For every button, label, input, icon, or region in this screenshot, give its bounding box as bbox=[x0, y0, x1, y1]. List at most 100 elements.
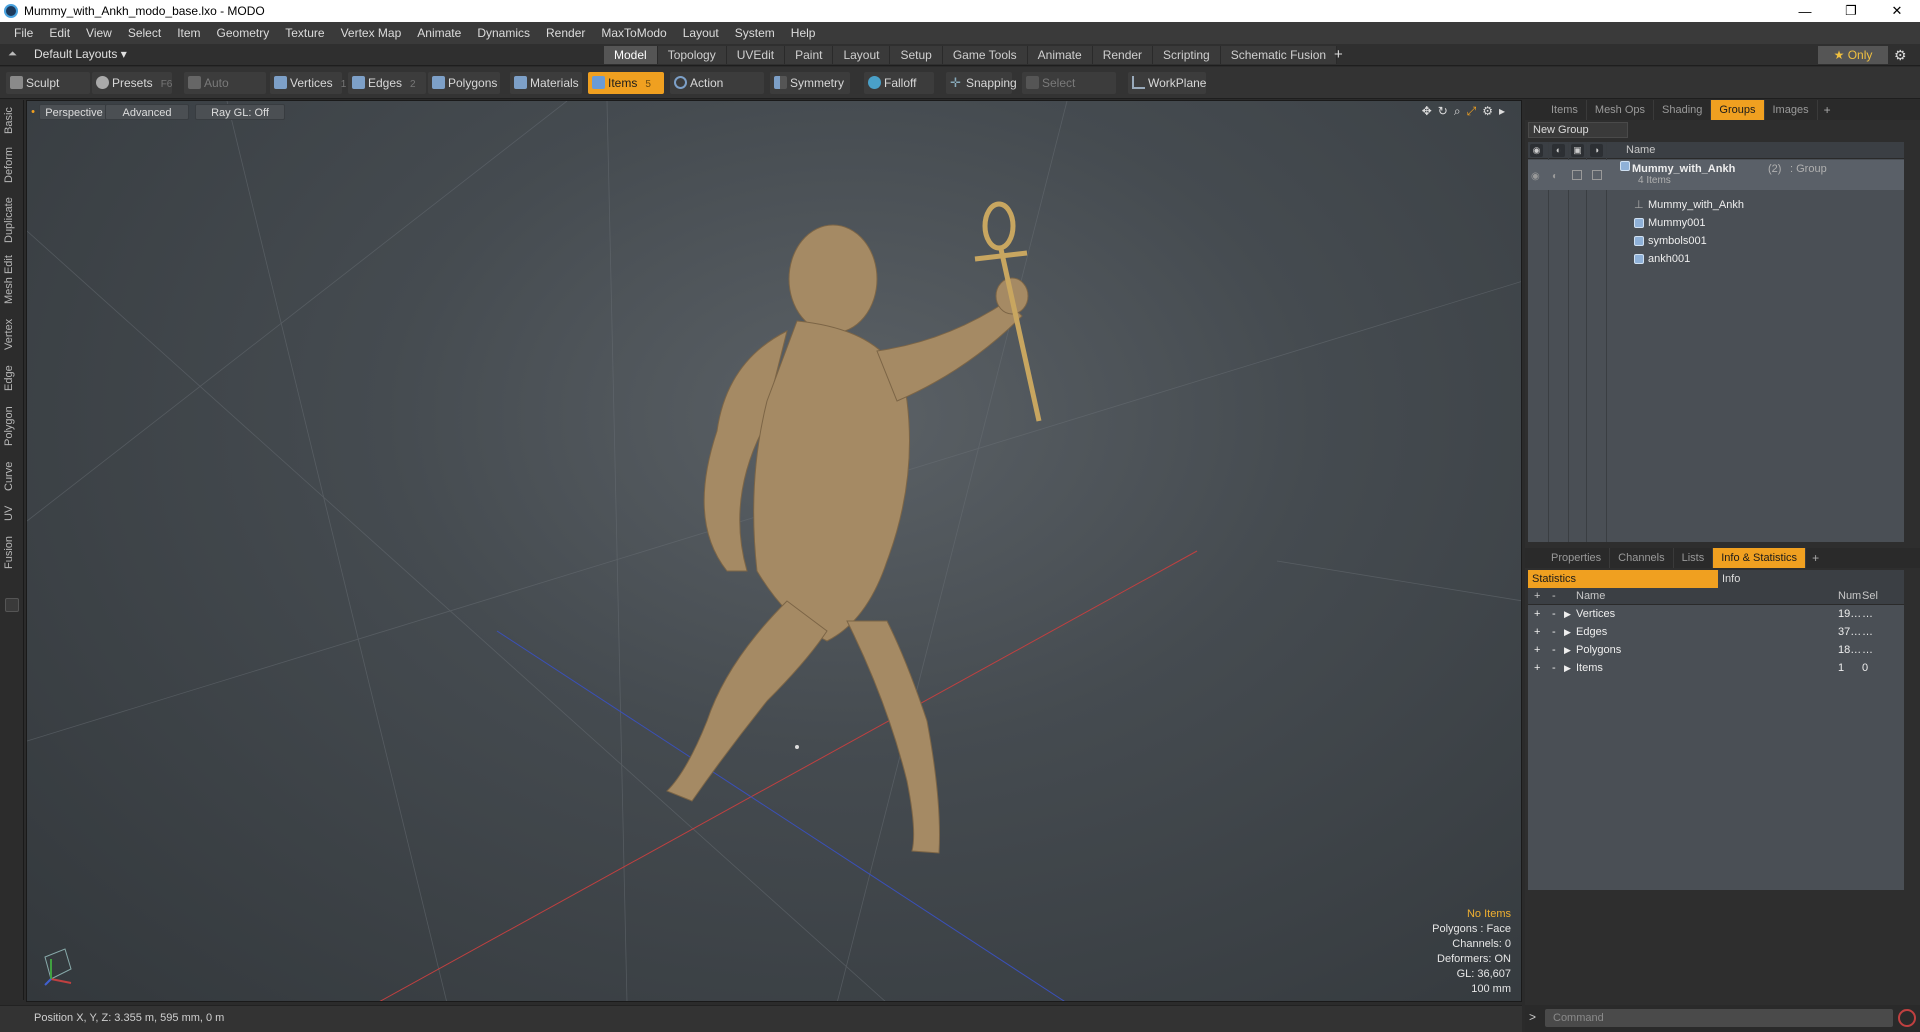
remove-icon[interactable]: - bbox=[1552, 605, 1556, 623]
vtab-uv[interactable]: UV bbox=[3, 502, 21, 524]
group-row[interactable]: ◉ ◐ Mummy_with_Ankh (2) : Group 4 Items bbox=[1528, 160, 1904, 190]
viewport-settings-icon[interactable]: ⚙ bbox=[1482, 104, 1493, 119]
tab-groups[interactable]: Groups bbox=[1711, 100, 1765, 120]
vtab-fusion[interactable]: Fusion bbox=[3, 532, 21, 572]
3d-viewport[interactable]: • Perspective Advanced Ray GL: Off ✥ ↻ ⌕… bbox=[26, 100, 1522, 1002]
render-icon[interactable]: ◐ bbox=[1552, 144, 1565, 157]
layout-collapse-icon[interactable]: ⏶ bbox=[8, 48, 20, 60]
close-button[interactable]: ✕ bbox=[1874, 0, 1920, 22]
tab-items[interactable]: Items bbox=[1543, 100, 1587, 120]
snapping-button[interactable]: ✛ Snapping bbox=[946, 72, 1017, 94]
collapse-all-icon[interactable]: - bbox=[1552, 590, 1556, 602]
info-tab[interactable]: Info bbox=[1718, 570, 1904, 588]
zoom-icon[interactable]: ⌕ bbox=[1454, 104, 1461, 119]
select-icon[interactable]: ◑ bbox=[1590, 144, 1603, 157]
group-lock-toggle[interactable] bbox=[1572, 170, 1582, 180]
tab-channels[interactable]: Channels bbox=[1610, 548, 1674, 568]
presets-button[interactable]: Presets F6 bbox=[92, 72, 172, 94]
fit-icon[interactable]: ⤢ bbox=[1467, 104, 1477, 119]
add-icon[interactable]: + bbox=[1534, 623, 1540, 641]
symmetry-button[interactable]: Symmetry bbox=[770, 72, 850, 94]
viewport-menu-dot[interactable]: • bbox=[31, 104, 35, 120]
menu-item[interactable]: Item bbox=[169, 22, 208, 44]
expand-arrow-icon[interactable]: ▶ bbox=[1564, 623, 1571, 641]
select-through-button[interactable]: Select Through bbox=[1022, 72, 1116, 112]
vtab-polygon[interactable]: Polygon bbox=[3, 402, 21, 450]
polygons-button[interactable]: Polygons bbox=[428, 72, 500, 94]
lock-icon[interactable]: ▣ bbox=[1571, 144, 1584, 157]
raygl-dropdown[interactable]: Ray GL: Off bbox=[195, 104, 285, 120]
minimize-button[interactable]: — bbox=[1782, 0, 1828, 22]
group-select-toggle[interactable] bbox=[1592, 170, 1602, 180]
stat-row-edges[interactable]: + - ▶ Edges 37… … bbox=[1528, 623, 1904, 641]
expand-all-icon[interactable]: + bbox=[1534, 590, 1540, 602]
command-input[interactable]: Command bbox=[1545, 1009, 1893, 1027]
stat-row-polygons[interactable]: + - ▶ Polygons 18… … bbox=[1528, 641, 1904, 659]
group-member-row[interactable]: symbols001 bbox=[1528, 232, 1904, 250]
menu-select[interactable]: Select bbox=[120, 22, 169, 44]
action-center-button[interactable]: Action Center bbox=[670, 72, 764, 112]
tab-game-tools[interactable]: Game Tools bbox=[942, 46, 1028, 64]
group-member-row[interactable]: ankh001 bbox=[1528, 250, 1904, 268]
stat-row-items[interactable]: + - ▶ Items 1 0 bbox=[1528, 659, 1904, 677]
menu-edit[interactable]: Edit bbox=[41, 22, 78, 44]
statistics-tab[interactable]: Statistics bbox=[1528, 570, 1718, 588]
vtab-deform[interactable]: Deform bbox=[3, 144, 21, 186]
vtab-curve[interactable]: Curve bbox=[3, 458, 21, 494]
expand-arrow-icon[interactable]: ▶ bbox=[1564, 641, 1571, 659]
tab-schematic-fusion[interactable]: Schematic Fusion bbox=[1220, 46, 1338, 64]
menu-view[interactable]: View bbox=[78, 22, 120, 44]
menu-file[interactable]: File bbox=[6, 22, 41, 44]
extra-tab-button[interactable] bbox=[5, 598, 19, 612]
add-icon[interactable]: + bbox=[1534, 605, 1540, 623]
menu-dynamics[interactable]: Dynamics bbox=[469, 22, 538, 44]
add-layout-tab-button[interactable]: + bbox=[1334, 46, 1343, 64]
vtab-basic[interactable]: Basic bbox=[3, 104, 21, 138]
workplane-button[interactable]: WorkPlane bbox=[1128, 72, 1206, 94]
remove-icon[interactable]: - bbox=[1552, 641, 1556, 659]
layouts-dropdown[interactable]: Default Layouts ▾ bbox=[34, 47, 127, 61]
add-icon[interactable]: + bbox=[1534, 659, 1540, 677]
record-macro-icon[interactable] bbox=[1898, 1009, 1916, 1027]
tab-shading[interactable]: Shading bbox=[1654, 100, 1712, 120]
group-member-row[interactable]: ⊥ Mummy_with_Ankh bbox=[1528, 196, 1904, 214]
eye-icon[interactable]: ◉ bbox=[1530, 144, 1543, 157]
expand-arrow-icon[interactable]: ▶ bbox=[1564, 605, 1571, 623]
group-member-row[interactable]: Mummy001 bbox=[1528, 214, 1904, 232]
materials-button[interactable]: Materials bbox=[510, 72, 582, 94]
remove-icon[interactable]: - bbox=[1552, 659, 1556, 677]
pan-icon[interactable]: ✥ bbox=[1422, 104, 1432, 119]
falloff-button[interactable]: Falloff bbox=[864, 72, 934, 94]
menu-geometry[interactable]: Geometry bbox=[209, 22, 278, 44]
menu-vertex-map[interactable]: Vertex Map bbox=[333, 22, 410, 44]
tab-animate[interactable]: Animate bbox=[1027, 46, 1093, 64]
shading-dropdown[interactable]: Advanced bbox=[105, 104, 189, 120]
add-icon[interactable]: + bbox=[1534, 641, 1540, 659]
tab-lists[interactable]: Lists bbox=[1674, 548, 1714, 568]
edges-button[interactable]: Edges 2 bbox=[348, 72, 426, 94]
tab-images[interactable]: Images bbox=[1765, 100, 1818, 120]
menu-layout[interactable]: Layout bbox=[675, 22, 727, 44]
tab-layout[interactable]: Layout bbox=[833, 46, 891, 64]
menu-animate[interactable]: Animate bbox=[409, 22, 469, 44]
add-panel-tab-button[interactable]: + bbox=[1824, 100, 1831, 120]
stat-row-vertices[interactable]: + - ▶ Vertices 19… … bbox=[1528, 605, 1904, 623]
menu-help[interactable]: Help bbox=[783, 22, 824, 44]
tab-topology[interactable]: Topology bbox=[657, 46, 727, 64]
tab-mesh-ops[interactable]: Mesh Ops bbox=[1587, 100, 1655, 120]
menu-system[interactable]: System bbox=[727, 22, 783, 44]
expand-arrow-icon[interactable]: ▶ bbox=[1564, 659, 1571, 677]
sculpt-button[interactable]: Sculpt bbox=[6, 72, 90, 94]
auto-select-button[interactable]: Auto Select bbox=[184, 72, 266, 112]
vtab-vertex[interactable]: Vertex bbox=[3, 314, 21, 354]
tab-render[interactable]: Render bbox=[1092, 46, 1154, 64]
perspective-dropdown[interactable]: Perspective bbox=[39, 104, 109, 120]
maximize-button[interactable]: ❐ bbox=[1828, 0, 1874, 22]
tab-uvedit[interactable]: UVEdit bbox=[726, 46, 786, 64]
vtab-edge[interactable]: Edge bbox=[3, 362, 21, 394]
rotate-icon[interactable]: ↻ bbox=[1438, 104, 1448, 119]
tab-paint[interactable]: Paint bbox=[785, 46, 834, 64]
menu-texture[interactable]: Texture bbox=[277, 22, 332, 44]
tab-setup[interactable]: Setup bbox=[890, 46, 943, 64]
tab-properties[interactable]: Properties bbox=[1543, 548, 1611, 568]
